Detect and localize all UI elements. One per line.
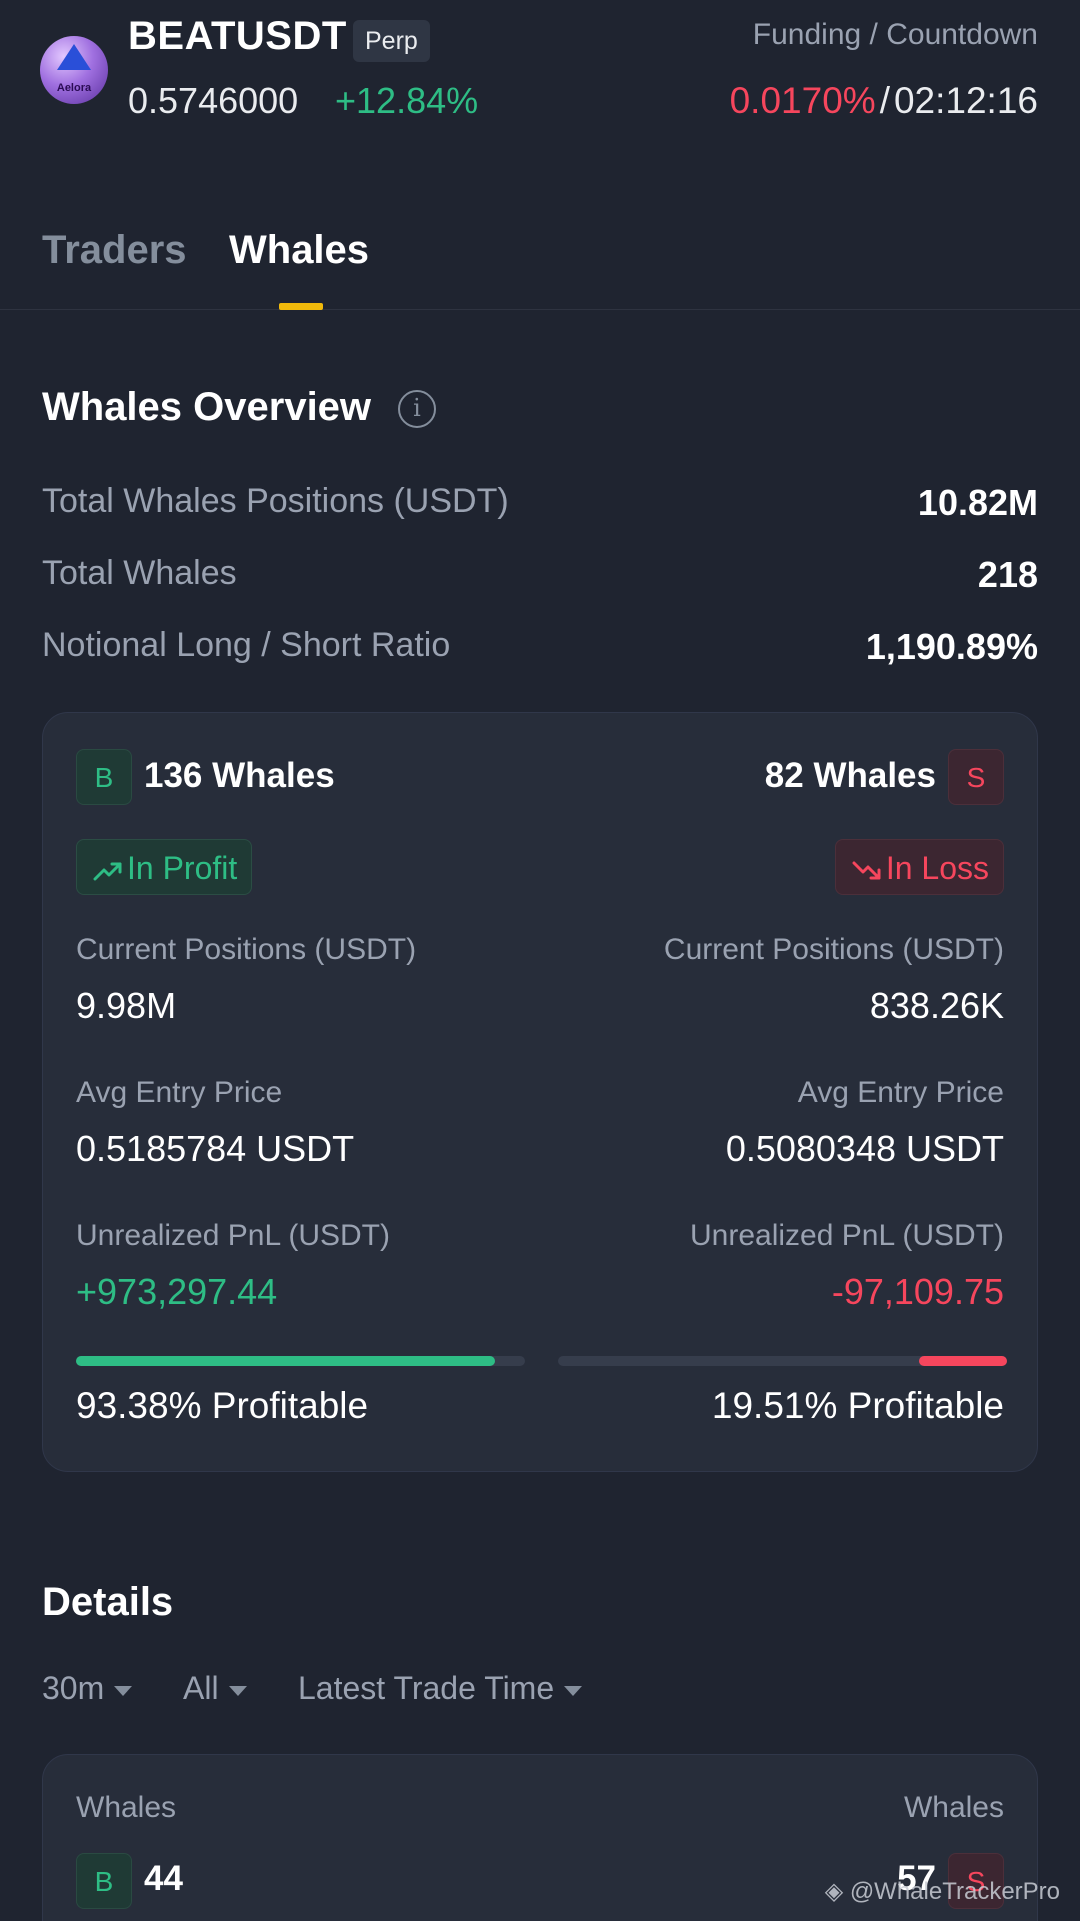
short-entry-value: 0.5080348 USDT [725, 1128, 1004, 1169]
funding-separator: / [879, 80, 890, 121]
stat-value-total-whales: 218 [977, 554, 1038, 595]
long-positions-label: Current Positions (USDT) [76, 933, 417, 966]
short-pnl-value: -97,109.75 [831, 1271, 1004, 1312]
stat-value-total-positions: 10.82M [917, 482, 1038, 523]
long-whales-count: 136 Whales [144, 756, 335, 795]
caret-down-icon [114, 1685, 133, 1696]
avatar-logo-mark [57, 44, 91, 70]
details-buy-badge: B [76, 1853, 132, 1909]
details-long-count: 44 [144, 1859, 183, 1898]
short-profitable-bar [558, 1356, 1007, 1366]
long-pnl-value: +973,297.44 [76, 1271, 278, 1312]
caret-down-icon [564, 1685, 583, 1696]
caret-down-icon [228, 1685, 247, 1696]
stat-label-long-short-ratio: Notional Long / Short Ratio [42, 626, 451, 664]
tab-traders[interactable]: Traders [42, 228, 187, 273]
stat-label-total-positions: Total Whales Positions (USDT) [42, 482, 509, 520]
info-icon[interactable]: i [398, 390, 436, 428]
sort-filter-label: Latest Trade Time [298, 1670, 555, 1706]
price-change: +12.84% [335, 80, 479, 121]
side-filter[interactable]: All [183, 1670, 247, 1707]
short-profitable-fill [919, 1356, 1007, 1366]
in-profit-label: In Profit [127, 850, 238, 886]
short-positions-label: Current Positions (USDT) [663, 933, 1004, 966]
long-profitable-bar [76, 1356, 525, 1366]
in-loss-tag: In Loss [834, 839, 1004, 895]
details-short-label: Whales [903, 1791, 1004, 1824]
short-pnl-label: Unrealized PnL (USDT) [690, 1219, 1004, 1252]
buy-badge: B [76, 749, 132, 805]
details-title: Details [42, 1580, 174, 1624]
long-entry-value: 0.5185784 USDT [76, 1128, 355, 1169]
funding-countdown: 02:12:16 [893, 80, 1038, 121]
in-profit-tag: In Profit [76, 839, 253, 895]
last-price: 0.5746000 [128, 80, 299, 121]
page: Aelora BEATUSDT Perp 0.5746000 +12.84% F… [0, 0, 1080, 1921]
trend-down-icon [852, 861, 881, 880]
stat-value-long-short-ratio: 1,190.89% [865, 626, 1038, 667]
trend-up-icon [93, 862, 122, 881]
funding-rate: 0.0170% [729, 80, 876, 121]
interval-filter[interactable]: 30m [42, 1670, 133, 1707]
long-pnl-label: Unrealized PnL (USDT) [76, 1219, 390, 1252]
watermark-diamond-icon: ◈ [824, 1878, 850, 1905]
in-loss-label: In Loss [885, 850, 989, 886]
token-avatar: Aelora [40, 36, 108, 104]
watermark: ◈ @WhaleTrackerPro [825, 1877, 1060, 1906]
active-tab-indicator [279, 303, 323, 310]
tab-whales[interactable]: Whales [229, 228, 369, 273]
tab-bar: Traders Whales [0, 220, 1080, 310]
contract-type-badge: Perp [353, 20, 430, 62]
market-header: Aelora BEATUSDT Perp 0.5746000 +12.84% F… [0, 0, 1080, 150]
short-whales-count: 82 Whales [764, 756, 936, 795]
long-profitable-text: 93.38% Profitable [76, 1385, 369, 1426]
long-entry-label: Avg Entry Price [76, 1076, 283, 1109]
short-profitable-text: 19.51% Profitable [711, 1385, 1004, 1426]
whales-summary-card: B 136 Whales 82 Whales S In Profit In Lo… [42, 712, 1038, 1472]
sell-badge: S [948, 749, 1004, 805]
interval-filter-label: 30m [42, 1670, 105, 1706]
long-positions-value: 9.98M [76, 985, 177, 1026]
short-entry-label: Avg Entry Price [797, 1076, 1004, 1109]
stat-label-total-whales: Total Whales [42, 554, 237, 592]
details-long-label: Whales [76, 1791, 177, 1824]
funding-label: Funding / Countdown [752, 18, 1038, 51]
long-profitable-fill [76, 1356, 496, 1366]
side-filter-label: All [183, 1670, 219, 1706]
funding-values: 0.0170%/02:12:16 [730, 80, 1038, 122]
symbol-name[interactable]: BEATUSDT [128, 14, 347, 59]
short-positions-value: 838.26K [869, 985, 1004, 1026]
watermark-text: @WhaleTrackerPro [849, 1878, 1060, 1905]
whales-overview-title: Whales Overview [42, 385, 372, 429]
avatar-logo-text: Aelora [56, 82, 92, 94]
sort-filter[interactable]: Latest Trade Time [298, 1670, 583, 1707]
